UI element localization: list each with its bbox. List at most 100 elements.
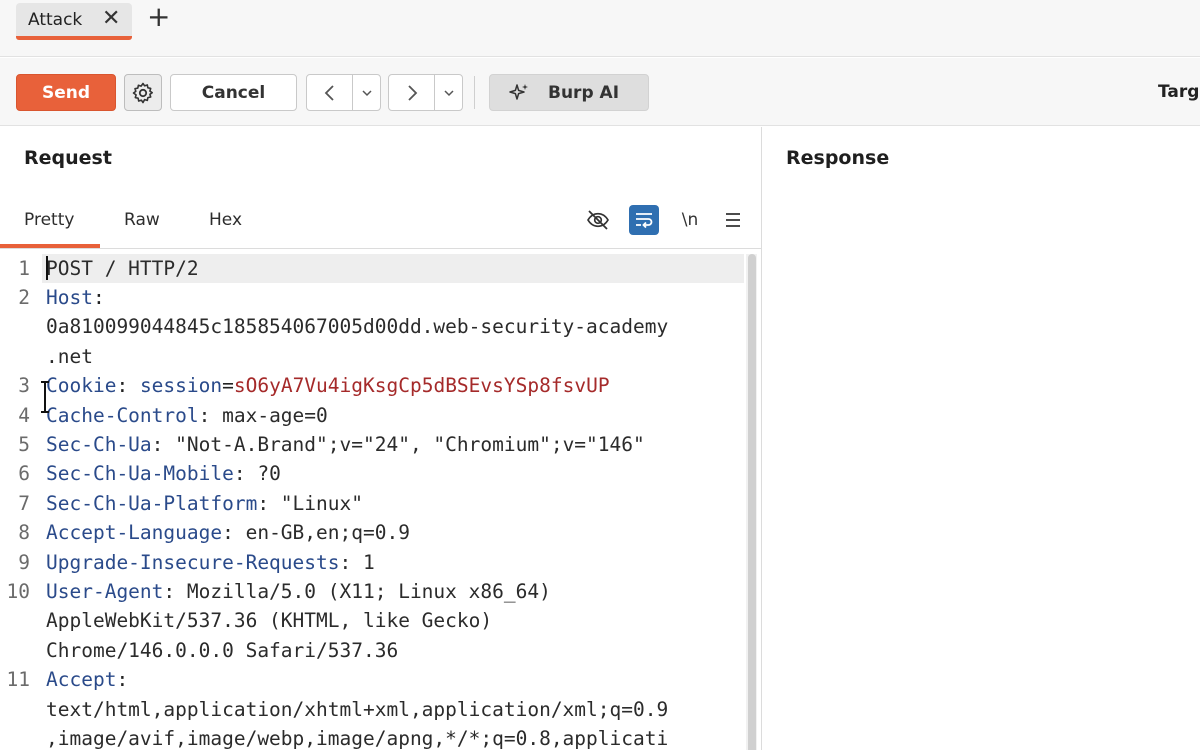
send-button[interactable]: Send bbox=[16, 74, 116, 111]
forward-history-dropdown[interactable] bbox=[435, 75, 462, 110]
header-value: AppleWebKit/537.36 (KHTML, like Gecko) bbox=[46, 609, 493, 633]
header-value: = bbox=[222, 374, 234, 398]
code-text: Sec-Ch-Ua: "Not-A.Brand";v="24", "Chromi… bbox=[46, 430, 645, 459]
active-tab-indicator bbox=[16, 36, 132, 40]
target-label[interactable]: Targ bbox=[1158, 82, 1199, 102]
header-value: : bbox=[92, 285, 105, 309]
burp-ai-label: Burp AI bbox=[548, 82, 620, 103]
header-name: Accept-Language bbox=[46, 521, 223, 545]
history-back-group bbox=[306, 74, 381, 111]
code-text: Chrome/146.0.0.0 Safari/537.36 bbox=[46, 636, 398, 665]
hamburger-menu-icon bbox=[726, 213, 740, 227]
code-text: Accept-Language: en-GB,en;q=0.9 bbox=[46, 518, 410, 547]
code-text: AppleWebKit/537.36 (KHTML, like Gecko) bbox=[46, 606, 492, 635]
tab-pretty[interactable]: Pretty bbox=[24, 210, 74, 230]
line-number: 1 bbox=[18, 256, 30, 280]
request-editor[interactable]: 1 POST / HTTP/2 2 Host: 0a810099044845c18585… bbox=[0, 250, 761, 750]
tab-attack[interactable]: Attack ✕ bbox=[16, 3, 132, 39]
chevron-down-icon bbox=[361, 89, 372, 96]
header-name: Sec-Ch-Ua-Platform bbox=[46, 491, 258, 515]
header-name: Cookie bbox=[46, 374, 117, 398]
header-value: : en-GB,en;q=0.9 bbox=[222, 521, 410, 545]
line-number: 10 bbox=[6, 579, 30, 603]
request-title: Request bbox=[24, 147, 112, 169]
header-name: User-Agent bbox=[46, 579, 164, 603]
cookie-value: sO6yA7Vu4igKsgCp5dBSEvsYSp8fsvUP bbox=[233, 374, 610, 398]
code-text: Accept: bbox=[46, 665, 128, 694]
tab-attack-label: Attack bbox=[28, 10, 83, 30]
forward-button[interactable] bbox=[389, 75, 435, 110]
text-cursor-icon bbox=[41, 381, 49, 413]
line-number: 8 bbox=[18, 521, 30, 545]
cancel-button[interactable]: Cancel bbox=[170, 74, 297, 111]
settings-button[interactable] bbox=[124, 74, 162, 111]
header-name: Upgrade-Insecure-Requests bbox=[46, 550, 340, 574]
header-value: : Mozilla/5.0 (X11; Linux x86_64) bbox=[163, 579, 551, 603]
header-name: session bbox=[139, 374, 223, 398]
code-text: ,image/avif,image/webp,image/apng,*/*;q=… bbox=[46, 724, 668, 750]
header-value: .net bbox=[46, 344, 93, 368]
back-history-dropdown[interactable] bbox=[353, 75, 380, 110]
response-title: Response bbox=[786, 147, 890, 169]
code-text: Cookie: session=sO6yA7Vu4igKsgCp5dBSEvsY… bbox=[46, 371, 610, 400]
code-text: Sec-Ch-Ua-Platform: "Linux" bbox=[46, 489, 363, 518]
history-forward-group bbox=[388, 74, 463, 111]
code-text: POST / HTTP/2 bbox=[46, 254, 199, 283]
header-name: Cache-Control bbox=[46, 403, 199, 427]
header-name: Sec-Ch-Ua bbox=[46, 432, 152, 456]
header-value: : "Not-A.Brand";v="24", "Chromium";v="14… bbox=[151, 432, 645, 456]
header-value: : bbox=[116, 374, 140, 398]
code-text: Upgrade-Insecure-Requests: 1 bbox=[46, 548, 375, 577]
pretty-tab-indicator bbox=[0, 244, 100, 248]
request-view-tabs: Pretty Raw Hex \n bbox=[0, 200, 761, 249]
line-number: 6 bbox=[18, 462, 30, 486]
header-value: : ?0 bbox=[233, 462, 281, 486]
tab-raw[interactable]: Raw bbox=[124, 210, 160, 230]
header-name: Host bbox=[46, 285, 93, 309]
line-number: 5 bbox=[18, 432, 30, 456]
code-text: Host: bbox=[46, 283, 105, 312]
hide-nonprintable-toggle[interactable] bbox=[583, 205, 613, 235]
chevron-left-icon bbox=[324, 84, 334, 101]
header-value: : bbox=[116, 668, 129, 692]
editor-menu-button[interactable] bbox=[718, 205, 748, 235]
chevron-down-icon bbox=[443, 89, 454, 96]
line-number: 9 bbox=[18, 550, 30, 574]
code-text: 0a810099044845c185854067005d00dd.web-sec… bbox=[46, 312, 668, 341]
header-value: text/html,application/xhtml+xml,applicat… bbox=[46, 697, 669, 721]
wrap-lines-toggle[interactable] bbox=[629, 205, 659, 235]
header-name: Sec-Ch-Ua-Mobile bbox=[46, 462, 234, 486]
line-number: 7 bbox=[18, 491, 30, 515]
header-name: Accept bbox=[46, 668, 117, 692]
close-icon[interactable]: ✕ bbox=[102, 8, 120, 30]
header-value: : max-age=0 bbox=[198, 403, 328, 427]
code-text: Cache-Control: max-age=0 bbox=[46, 401, 328, 430]
chevron-right-icon bbox=[407, 84, 417, 101]
eye-off-icon bbox=[587, 210, 609, 230]
settings-gear-icon bbox=[132, 82, 153, 103]
back-button[interactable] bbox=[307, 75, 353, 110]
line-number: 11 bbox=[6, 668, 30, 692]
header-value: 0a810099044845c185854067005d00dd.web-sec… bbox=[46, 315, 669, 339]
line-number: 4 bbox=[18, 403, 30, 427]
header-value: ,image/avif,image/webp,image/apng,*/*;q=… bbox=[46, 726, 669, 750]
header-value: : 1 bbox=[339, 550, 375, 574]
show-newlines-toggle[interactable]: \n bbox=[675, 205, 705, 235]
add-tab-icon[interactable]: + bbox=[147, 3, 170, 31]
code-text: .net bbox=[46, 342, 93, 371]
tab-bar: Attack ✕ + bbox=[0, 0, 1200, 57]
request-panel: Request Pretty Raw Hex \n 1 POST / HTTP/… bbox=[0, 127, 761, 750]
line-number: 2 bbox=[18, 285, 30, 309]
toolbar: Send Cancel Burp AI Targ bbox=[0, 58, 1200, 126]
editor-scrollbar-thumb[interactable] bbox=[748, 254, 756, 750]
code-text: Sec-Ch-Ua-Mobile: ?0 bbox=[46, 459, 281, 488]
header-value: Chrome/146.0.0.0 Safari/537.36 bbox=[46, 638, 399, 662]
tab-hex[interactable]: Hex bbox=[209, 210, 242, 230]
header-value: : "Linux" bbox=[257, 491, 363, 515]
code-text: User-Agent: Mozilla/5.0 (X11; Linux x86_… bbox=[46, 577, 551, 606]
header-value: POST / HTTP/2 bbox=[46, 256, 199, 280]
line-number: 3 bbox=[18, 374, 30, 398]
wrap-lines-icon bbox=[636, 213, 653, 229]
burp-ai-button[interactable]: Burp AI bbox=[489, 74, 649, 111]
code-text: text/html,application/xhtml+xml,applicat… bbox=[46, 695, 668, 724]
